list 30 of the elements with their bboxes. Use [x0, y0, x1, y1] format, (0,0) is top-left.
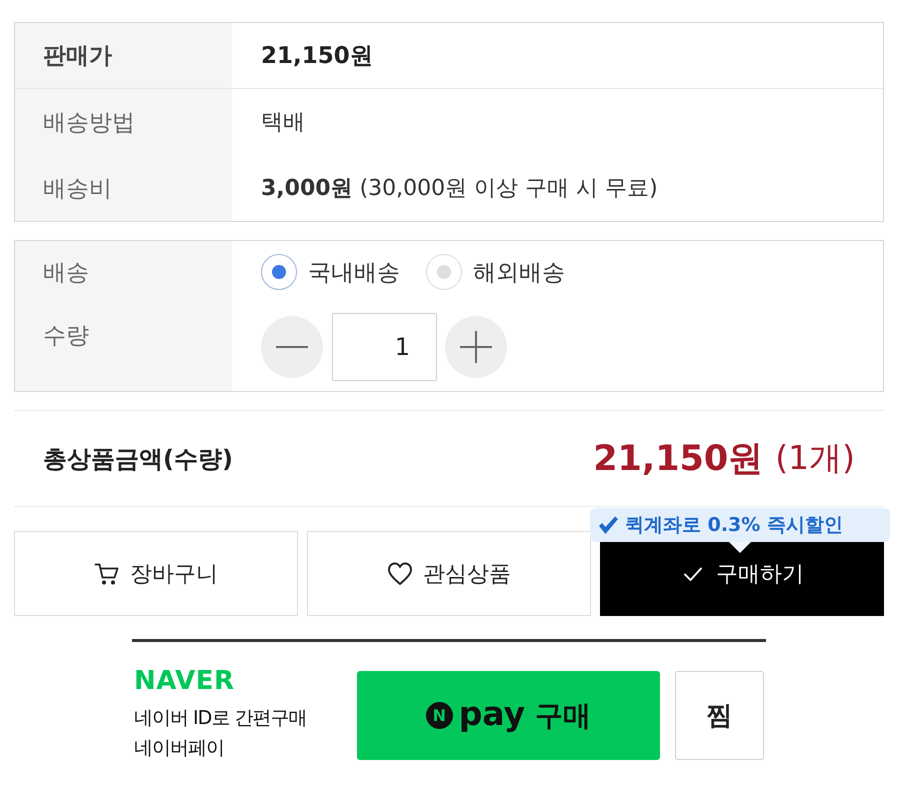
cart-button[interactable]: 장바구니 — [14, 531, 298, 616]
n-logo: N — [426, 702, 453, 729]
row-value: 택배 — [261, 109, 305, 137]
naver-pay-text: 네이버페이 — [134, 736, 224, 761]
heart-icon — [387, 560, 413, 586]
total-amount: 21,150원 — [593, 438, 764, 481]
naver-pay-text: 네이버 ID로 간편구매 — [134, 706, 306, 731]
wishlist-button[interactable]: 관심상품 — [307, 531, 591, 616]
total-count: (1개) — [775, 437, 855, 479]
radio-button[interactable] — [426, 254, 462, 290]
tooltip-arrow-icon — [729, 542, 751, 553]
plus-icon — [460, 331, 492, 363]
row-label: 배송 — [15, 241, 232, 303]
naver-logo: NAVER — [134, 668, 235, 694]
row-label: 배송비 — [15, 155, 232, 221]
check-icon — [597, 514, 619, 536]
total-label: 총상품금액(수량) — [43, 444, 234, 474]
row-value: 3,000원 (30,000원 이상 구매 시 무료) — [261, 175, 658, 203]
row-label: 배송방법 — [15, 89, 232, 155]
npay-buy-button[interactable]: N pay 구매 — [357, 671, 660, 760]
zzim-button[interactable]: 찜 — [675, 671, 764, 760]
row-label: 판매가 — [15, 23, 232, 89]
minus-icon — [276, 346, 308, 348]
radio-button[interactable] — [261, 254, 297, 290]
cart-icon — [94, 560, 120, 586]
row-value: 21,150원 — [261, 42, 373, 71]
shipping-option[interactable]: 해외배송 — [426, 254, 565, 290]
row-label: 수량 — [15, 303, 232, 391]
quantity-field[interactable]: 1 — [332, 313, 437, 381]
shipping-option[interactable]: 국내배송 — [261, 254, 400, 290]
